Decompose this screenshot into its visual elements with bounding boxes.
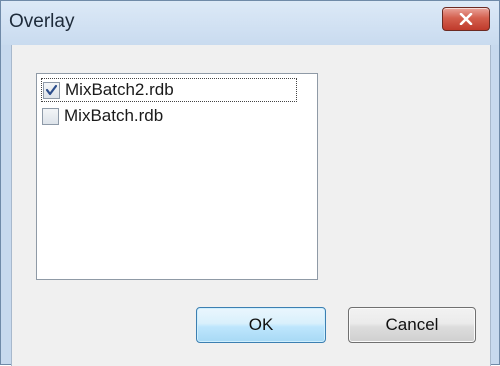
cancel-button[interactable]: Cancel: [348, 307, 476, 343]
overlay-dialog: Overlay MixBatch2.rdb MixBatch.rdb OK Ca…: [0, 0, 500, 366]
close-icon: [459, 13, 473, 25]
list-item-label: MixBatch2.rdb: [65, 80, 174, 99]
checkbox-mixbatch[interactable]: [42, 107, 59, 125]
checkbox-mixbatch2[interactable]: [43, 81, 60, 99]
close-button[interactable]: [442, 7, 490, 31]
list-item-mixbatch[interactable]: MixBatch.rdb: [41, 104, 163, 128]
checkmark-icon: [45, 84, 58, 96]
list-item-mixbatch2[interactable]: MixBatch2.rdb: [41, 78, 297, 102]
file-checklist[interactable]: MixBatch2.rdb MixBatch.rdb: [36, 73, 318, 280]
ok-button[interactable]: OK: [196, 307, 326, 343]
dialog-body: MixBatch2.rdb MixBatch.rdb OK Cancel: [11, 45, 491, 366]
dialog-title: Overlay: [9, 11, 75, 32]
list-item-label: MixBatch.rdb: [64, 106, 164, 125]
title-bar[interactable]: Overlay: [1, 1, 499, 45]
